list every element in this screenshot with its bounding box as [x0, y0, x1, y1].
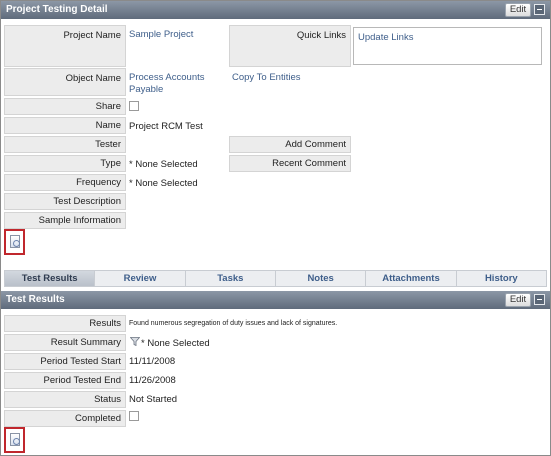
result-summary-label: Result Summary [4, 334, 126, 351]
period-start-value: 11/11/2008 [129, 356, 176, 367]
share-label: Share [4, 98, 126, 115]
attachment-icon [10, 433, 20, 446]
object-name-label: Object Name [4, 68, 126, 96]
result-summary-value: * None Selected [141, 338, 210, 349]
test-description-label: Test Description [4, 193, 126, 210]
results-panel-title: Test Results [6, 294, 65, 305]
period-end-value: 11/26/2008 [129, 375, 176, 386]
filter-icon[interactable] [130, 337, 140, 346]
tab-history[interactable]: History [457, 271, 546, 286]
sample-information-label: Sample Information [4, 212, 126, 229]
completed-label: Completed [4, 410, 126, 427]
detail-collapse-icon[interactable] [534, 4, 545, 15]
results-label: Results [4, 315, 126, 332]
frequency-value: * None Selected [129, 178, 198, 189]
update-links-link[interactable]: Update Links [358, 32, 413, 43]
period-end-label: Period Tested End [4, 372, 126, 389]
detail-panel-title: Project Testing Detail [6, 4, 108, 15]
status-label: Status [4, 391, 126, 408]
name-label: Name [4, 117, 126, 134]
results-collapse-icon[interactable] [534, 294, 545, 305]
period-start-label: Period Tested Start [4, 353, 126, 370]
project-name-label: Project Name [4, 25, 126, 67]
attachment-button[interactable] [4, 229, 25, 255]
copy-to-entities-link[interactable]: Copy To Entities [232, 70, 300, 85]
add-comment-button[interactable]: Add Comment [229, 136, 351, 153]
tab-bar: Test Results Review Tasks Notes Attachme… [4, 270, 547, 287]
results-panel-header: Test Results Edit [1, 291, 550, 309]
recent-comment-button[interactable]: Recent Comment [229, 155, 351, 172]
results-attachment-button[interactable] [4, 427, 25, 453]
tab-tasks[interactable]: Tasks [186, 271, 276, 286]
share-checkbox[interactable] [129, 101, 139, 111]
tab-attachments[interactable]: Attachments [366, 271, 457, 286]
quick-links-box: Update Links [353, 27, 542, 65]
name-value: Project RCM Test [129, 121, 203, 132]
detail-panel-header: Project Testing Detail Edit [1, 1, 550, 19]
status-value: Not Started [129, 394, 178, 405]
attachment-icon [10, 235, 20, 248]
tester-label: Tester [4, 136, 126, 153]
quick-links-label: Quick Links [229, 25, 351, 67]
detail-edit-button[interactable]: Edit [505, 3, 531, 17]
tab-test-results[interactable]: Test Results [5, 271, 96, 286]
type-label: Type [4, 155, 126, 172]
tab-review[interactable]: Review [95, 271, 186, 286]
project-name-link[interactable]: Sample Project [129, 27, 193, 42]
tab-notes[interactable]: Notes [276, 271, 367, 286]
results-edit-button[interactable]: Edit [505, 293, 531, 307]
type-value: * None Selected [129, 159, 198, 170]
object-name-link-line2[interactable]: Payable [129, 82, 163, 97]
completed-checkbox[interactable] [129, 411, 139, 421]
results-value: Found numerous segregation of duty issue… [129, 320, 338, 327]
frequency-label: Frequency [4, 174, 126, 191]
